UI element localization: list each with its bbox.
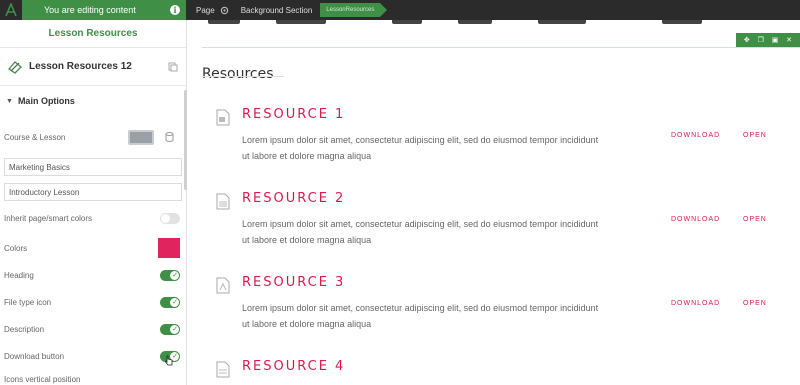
course-field-value: Marketing Basics <box>9 162 70 172</box>
resource-name: RESOURCE 4 <box>242 359 346 374</box>
info-icon[interactable]: i <box>170 5 180 15</box>
inherit-colors-row: Inherit page/smart colors <box>0 207 186 229</box>
inherit-colors-toggle[interactable] <box>160 213 180 224</box>
copy-icon[interactable] <box>168 62 178 72</box>
description-label: Description <box>4 324 45 334</box>
resource-name: RESOURCE 1 <box>242 107 346 122</box>
section-title: Main Options <box>17 96 75 106</box>
duplicate-icon[interactable]: ❐ <box>758 36 764 44</box>
sidebar-header: Lesson Resources <box>0 20 186 47</box>
check-icon: ✓ <box>172 299 178 306</box>
element-outline <box>202 47 800 48</box>
download-link[interactable]: DOWNLOAD <box>671 132 720 139</box>
top-bar: You are editing content i Page Backgroun… <box>0 0 800 20</box>
lesson-field-value: Introductory Lesson <box>9 187 80 197</box>
course-lesson-label: Course & Lesson <box>4 132 66 142</box>
inherit-colors-label: Inherit page/smart colors <box>4 213 93 223</box>
resources-heading: Resources <box>202 66 274 82</box>
pdf-file-icon <box>216 277 230 294</box>
resource-name: RESOURCE 3 <box>242 275 346 290</box>
move-icon[interactable]: ✥ <box>744 36 750 44</box>
file-type-icon-row: File type icon ✓ <box>0 291 186 313</box>
element-toolbar: ✥ ❐ ▣ ✕ <box>736 33 800 47</box>
close-icon[interactable]: ✕ <box>786 36 792 44</box>
heading-underline <box>202 76 284 77</box>
save-icon[interactable]: ▣ <box>772 36 779 44</box>
resource-item: RESOURCE 2 Lorem ipsum dolor sit amet, c… <box>216 191 786 271</box>
download-link[interactable]: DOWNLOAD <box>671 216 720 223</box>
app-logo[interactable] <box>0 0 22 20</box>
lesson-resources-icon <box>8 60 22 74</box>
description-toggle[interactable]: ✓ <box>160 324 180 335</box>
resource-description-line: Lorem ipsum dolor sit amet, consectetur … <box>242 135 599 145</box>
resource-description-line: Lorem ipsum dolor sit amet, consectetur … <box>242 303 599 313</box>
editing-status-label: You are editing content <box>44 5 136 15</box>
icons-vertical-position-label: Icons vertical position <box>4 374 81 384</box>
module-title: Lesson Resources 12 <box>29 61 132 72</box>
resource-description-line: ut labore et dolore magna aliqua <box>242 319 372 329</box>
module-header: Lesson Resources 12 <box>0 48 186 86</box>
course-picker-button[interactable] <box>128 130 154 145</box>
check-icon: ✓ <box>172 272 178 279</box>
file-icon <box>216 361 230 378</box>
colors-row: Colors <box>0 237 186 259</box>
resource-description: Lorem ipsum dolor sit amet, consectetur … <box>242 132 652 164</box>
sidebar: Lesson Resources Lesson Resources 12 ▼ M… <box>0 20 187 385</box>
download-button-label: Download button <box>4 351 65 361</box>
course-lesson-row: Course & Lesson <box>0 126 186 148</box>
lesson-field[interactable]: Introductory Lesson <box>4 183 182 201</box>
file-type-icon-label: File type icon <box>4 297 52 307</box>
sidebar-header-title: Lesson Resources <box>48 28 138 39</box>
resource-description: Lorem ipsum dolor sit amet, consectetur … <box>242 300 652 332</box>
breadcrumb-active-element[interactable]: LessonResources <box>320 3 388 17</box>
open-link[interactable]: OPEN <box>743 216 767 223</box>
caret-down-icon: ▼ <box>6 97 13 105</box>
breadcrumb: Page Background Section LessonResources <box>190 0 388 20</box>
resource-name: RESOURCE 2 <box>242 191 346 206</box>
heading-label: Heading <box>4 270 34 280</box>
download-link[interactable]: DOWNLOAD <box>671 300 720 307</box>
color-swatch[interactable] <box>158 238 180 258</box>
colors-label: Colors <box>4 243 28 253</box>
main-options-section[interactable]: ▼ Main Options <box>0 86 186 116</box>
resource-item: RESOURCE 4 <box>216 359 786 385</box>
file-icon <box>216 109 230 126</box>
resource-description-line: ut labore et dolore magna aliqua <box>242 235 372 245</box>
resource-description: Lorem ipsum dolor sit amet, consectetur … <box>242 216 652 248</box>
file-type-icon-toggle[interactable]: ✓ <box>160 297 180 308</box>
description-row: Description ✓ <box>0 318 186 340</box>
breadcrumb-section-label: Background Section <box>240 5 313 15</box>
course-field[interactable]: Marketing Basics <box>4 158 182 176</box>
open-link[interactable]: OPEN <box>743 132 767 139</box>
resource-item: RESOURCE 3 Lorem ipsum dolor sit amet, c… <box>216 275 786 355</box>
breadcrumb-page[interactable]: Page <box>190 0 235 20</box>
icons-vertical-position-row: Icons vertical position <box>0 368 186 385</box>
resource-description-line: ut labore et dolore magna aliqua <box>242 151 372 161</box>
breadcrumb-section[interactable]: Background Section <box>235 0 319 20</box>
open-link[interactable]: OPEN <box>743 300 767 307</box>
check-icon: ✓ <box>172 326 178 333</box>
database-icon[interactable] <box>165 132 174 142</box>
settings-icon[interactable] <box>220 6 229 15</box>
heading-row: Heading ✓ <box>0 264 186 286</box>
resource-description-line: Lorem ipsum dolor sit amet, consectetur … <box>242 219 599 229</box>
resource-item: RESOURCE 1 Lorem ipsum dolor sit amet, c… <box>216 107 786 187</box>
logo-icon <box>5 3 17 17</box>
previous-section-edge <box>208 20 780 24</box>
file-icon <box>216 193 230 210</box>
breadcrumb-page-label: Page <box>196 5 215 15</box>
breadcrumb-active-label: LessonResources <box>326 7 375 13</box>
main-canvas: ✥ ❐ ▣ ✕ Resources RESOURCE 1 Lorem ipsum… <box>188 20 800 385</box>
download-button-row: Download button ✓ <box>0 345 186 367</box>
editing-status-banner: You are editing content i <box>22 0 186 20</box>
heading-toggle[interactable]: ✓ <box>160 270 180 281</box>
check-icon: ✓ <box>172 353 178 360</box>
